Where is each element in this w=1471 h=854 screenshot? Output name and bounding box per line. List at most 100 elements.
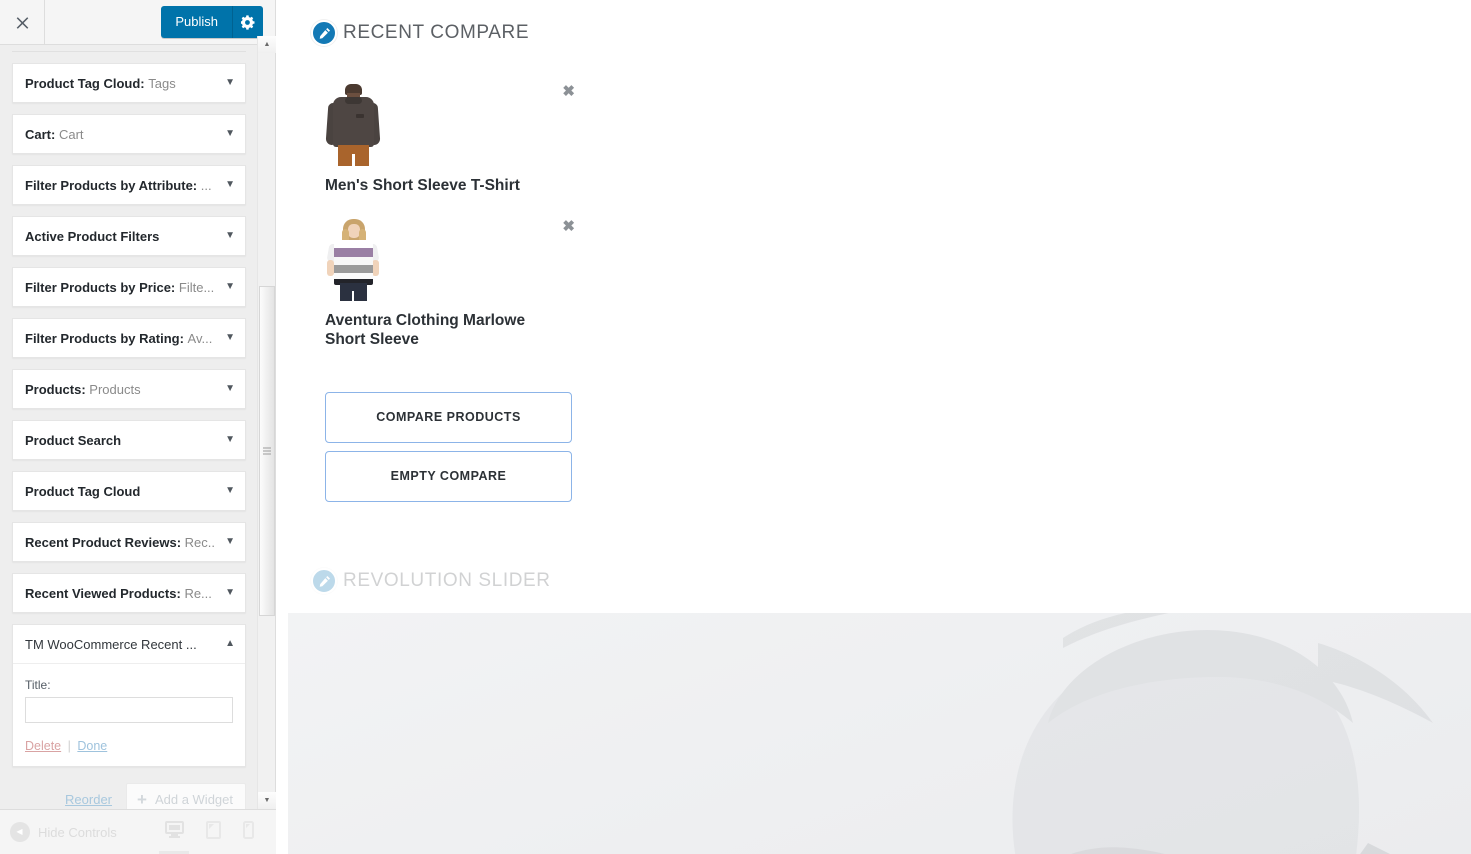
add-widget-label: Add a Widget: [154, 792, 233, 807]
title-input[interactable]: [25, 697, 233, 723]
widget-title-text: Recent Product Reviews:: [25, 534, 182, 550]
figure-part: [333, 97, 374, 147]
widget-title: Filter Products by Rating: Av...: [25, 331, 212, 346]
widget-header-product-tag-cloud[interactable]: Product Tag Cloud ▼: [13, 472, 245, 510]
pencil-glyph: [319, 27, 330, 39]
widget-panel: Cart: Cart ▼: [12, 114, 246, 154]
plus-icon: +: [137, 790, 147, 809]
chevron-down-icon: ▼: [225, 434, 235, 445]
compare-list-item: ✖ Men's Short Sleeve T-Shirt: [325, 84, 575, 195]
desktop-icon: [164, 821, 184, 838]
sidebar-scrollbar[interactable]: ▲ ▼: [257, 36, 276, 809]
widget-instance-text: Av...: [187, 330, 213, 346]
slider-hero-image: [1012, 613, 1433, 854]
mobile-icon: [242, 820, 254, 839]
widget-panel: Filter Products by Rating: Av... ▼: [12, 318, 246, 358]
compare-products-button[interactable]: COMPARE PRODUCTS: [325, 391, 572, 443]
revolution-slider-header: REVOLUTION SLIDER: [277, 548, 1471, 594]
product-thumbnail[interactable]: [325, 219, 381, 302]
revolution-slider-heading: REVOLUTION SLIDER: [343, 570, 551, 591]
pencil-glyph: [319, 575, 330, 587]
device-preview-switcher: [159, 820, 254, 854]
remove-compare-item-button[interactable]: ✖: [562, 219, 575, 234]
product-title[interactable]: Men's Short Sleeve T-Shirt: [325, 176, 540, 195]
publish-settings-button[interactable]: [232, 6, 263, 38]
widget-header-recent-viewed-products[interactable]: Recent Viewed Products: Re... ▼: [13, 574, 245, 612]
empty-compare-button[interactable]: EMPTY COMPARE: [325, 450, 572, 502]
reorder-link[interactable]: Reorder: [65, 792, 112, 807]
recent-compare-heading: RECENT COMPARE: [343, 22, 530, 43]
compare-action-buttons: COMPARE PRODUCTS EMPTY COMPARE: [277, 358, 1471, 502]
widget-links: Delete | Done: [25, 739, 233, 753]
scroll-down-button[interactable]: ▼: [258, 792, 276, 809]
widget-panel-expanded: TM WooCommerce Recent ... ▲ Title: Delet…: [12, 624, 246, 767]
widget-instance-text: Tags: [148, 75, 176, 91]
pencil-edit-icon[interactable]: [311, 20, 337, 46]
scrollbar-thumb[interactable]: [259, 286, 275, 616]
chevron-down-icon: ▼: [225, 128, 235, 139]
widget-title: Cart: Cart: [25, 127, 84, 142]
widget-header-filter-products-by-rating[interactable]: Filter Products by Rating: Av... ▼: [13, 319, 245, 357]
widget-title: Product Tag Cloud: Tags: [25, 76, 176, 91]
done-link[interactable]: Done: [77, 739, 107, 753]
device-desktop-button[interactable]: [159, 821, 190, 854]
add-widget-button[interactable]: + Add a Widget: [126, 783, 246, 809]
delete-widget-link[interactable]: Delete: [25, 739, 61, 753]
widget-instance-text: Filte...: [178, 279, 215, 295]
header-actions: Publish: [161, 6, 263, 38]
close-icon: [16, 16, 28, 29]
widget-instance-text: ...: [200, 177, 212, 193]
device-tablet-button[interactable]: [205, 820, 221, 844]
widget-panel: Product Search ▼: [12, 420, 246, 460]
site-preview-frame[interactable]: RECENT COMPARE ✖ Men's Short Sleeve T-Sh…: [277, 0, 1471, 854]
widget-title-text: Filter Products by Attribute:: [25, 177, 198, 193]
chevron-down-icon: ▼: [225, 230, 235, 241]
widget-title-text: Cart:: [25, 126, 56, 142]
widget-header-filter-products-by-price[interactable]: Filter Products by Price: Filte... ▼: [13, 268, 245, 306]
device-mobile-button[interactable]: [242, 820, 254, 844]
widget-title-text: Product Search: [25, 432, 122, 448]
tablet-icon: [205, 820, 221, 839]
widget-header-recent-product-reviews[interactable]: Recent Product Reviews: Rec... ▼: [13, 523, 245, 561]
widget-title: Products: Products: [25, 382, 141, 397]
list-divider: [12, 51, 246, 52]
widget-header-product-tag-cloud-tags[interactable]: Product Tag Cloud: Tags ▼: [13, 64, 245, 102]
widget-title-text: Products:: [25, 381, 86, 397]
customizer-screen: Publish Product Tag Cloud: Tags ▼ Cart: …: [0, 0, 1471, 854]
widget-list-scroll[interactable]: Product Tag Cloud: Tags ▼ Cart: Cart ▼ F…: [0, 45, 258, 809]
widget-panel: Product Tag Cloud: Tags ▼: [12, 63, 246, 103]
close-customizer-button[interactable]: [0, 0, 45, 44]
figure-part: [345, 97, 362, 104]
recent-compare-list: ✖ Men's Short Sleeve T-Shirt ✖ Aventura …: [277, 46, 1471, 350]
widget-title: Recent Product Reviews: Rec...: [25, 535, 215, 550]
chevron-down-icon: ▼: [225, 77, 235, 88]
gear-icon: [240, 14, 254, 30]
widget-header-active-product-filters[interactable]: Active Product Filters ▼: [13, 217, 245, 255]
widget-header-product-search[interactable]: Product Search ▼: [13, 421, 245, 459]
widget-header-cart[interactable]: Cart: Cart ▼: [13, 115, 245, 153]
publish-button[interactable]: Publish: [161, 6, 232, 38]
scrollbar-grip-icon: [263, 446, 271, 457]
chevron-down-icon: ▼: [225, 536, 235, 547]
widget-title-text: Filter Products by Price:: [25, 279, 176, 295]
product-title[interactable]: Aventura Clothing Marlowe Short Sleeve: [325, 311, 540, 349]
widget-title-text: TM WooCommerce Recent ...: [25, 636, 197, 652]
widget-title: Recent Viewed Products: Re...: [25, 586, 212, 601]
widget-list: Product Tag Cloud: Tags ▼ Cart: Cart ▼ F…: [0, 51, 258, 809]
widget-title: Product Tag Cloud: [25, 484, 140, 499]
product-thumbnail[interactable]: [325, 84, 381, 166]
customizer-bottom-bar: ◀ Hide Controls: [0, 809, 276, 854]
remove-compare-item-button[interactable]: ✖: [562, 84, 575, 99]
widget-header-filter-products-by-attribute[interactable]: Filter Products by Attribute: ... ▼: [13, 166, 245, 204]
pencil-edit-icon[interactable]: [311, 568, 337, 594]
widget-header-tm-woocommerce-recent[interactable]: TM WooCommerce Recent ... ▲: [13, 625, 245, 663]
widget-header-products[interactable]: Products: Products ▼: [13, 370, 245, 408]
hide-controls-label: Hide Controls: [38, 824, 117, 840]
scroll-up-button[interactable]: ▲: [258, 36, 276, 53]
chevron-down-icon: ▼: [225, 587, 235, 598]
chevron-down-icon: ▼: [225, 281, 235, 292]
widget-list-footer: Reorder + Add a Widget: [12, 767, 246, 809]
widget-title: TM WooCommerce Recent ...: [25, 637, 197, 652]
hide-controls-button[interactable]: ◀ Hide Controls: [0, 822, 117, 842]
slider-stage[interactable]: [288, 613, 1471, 854]
